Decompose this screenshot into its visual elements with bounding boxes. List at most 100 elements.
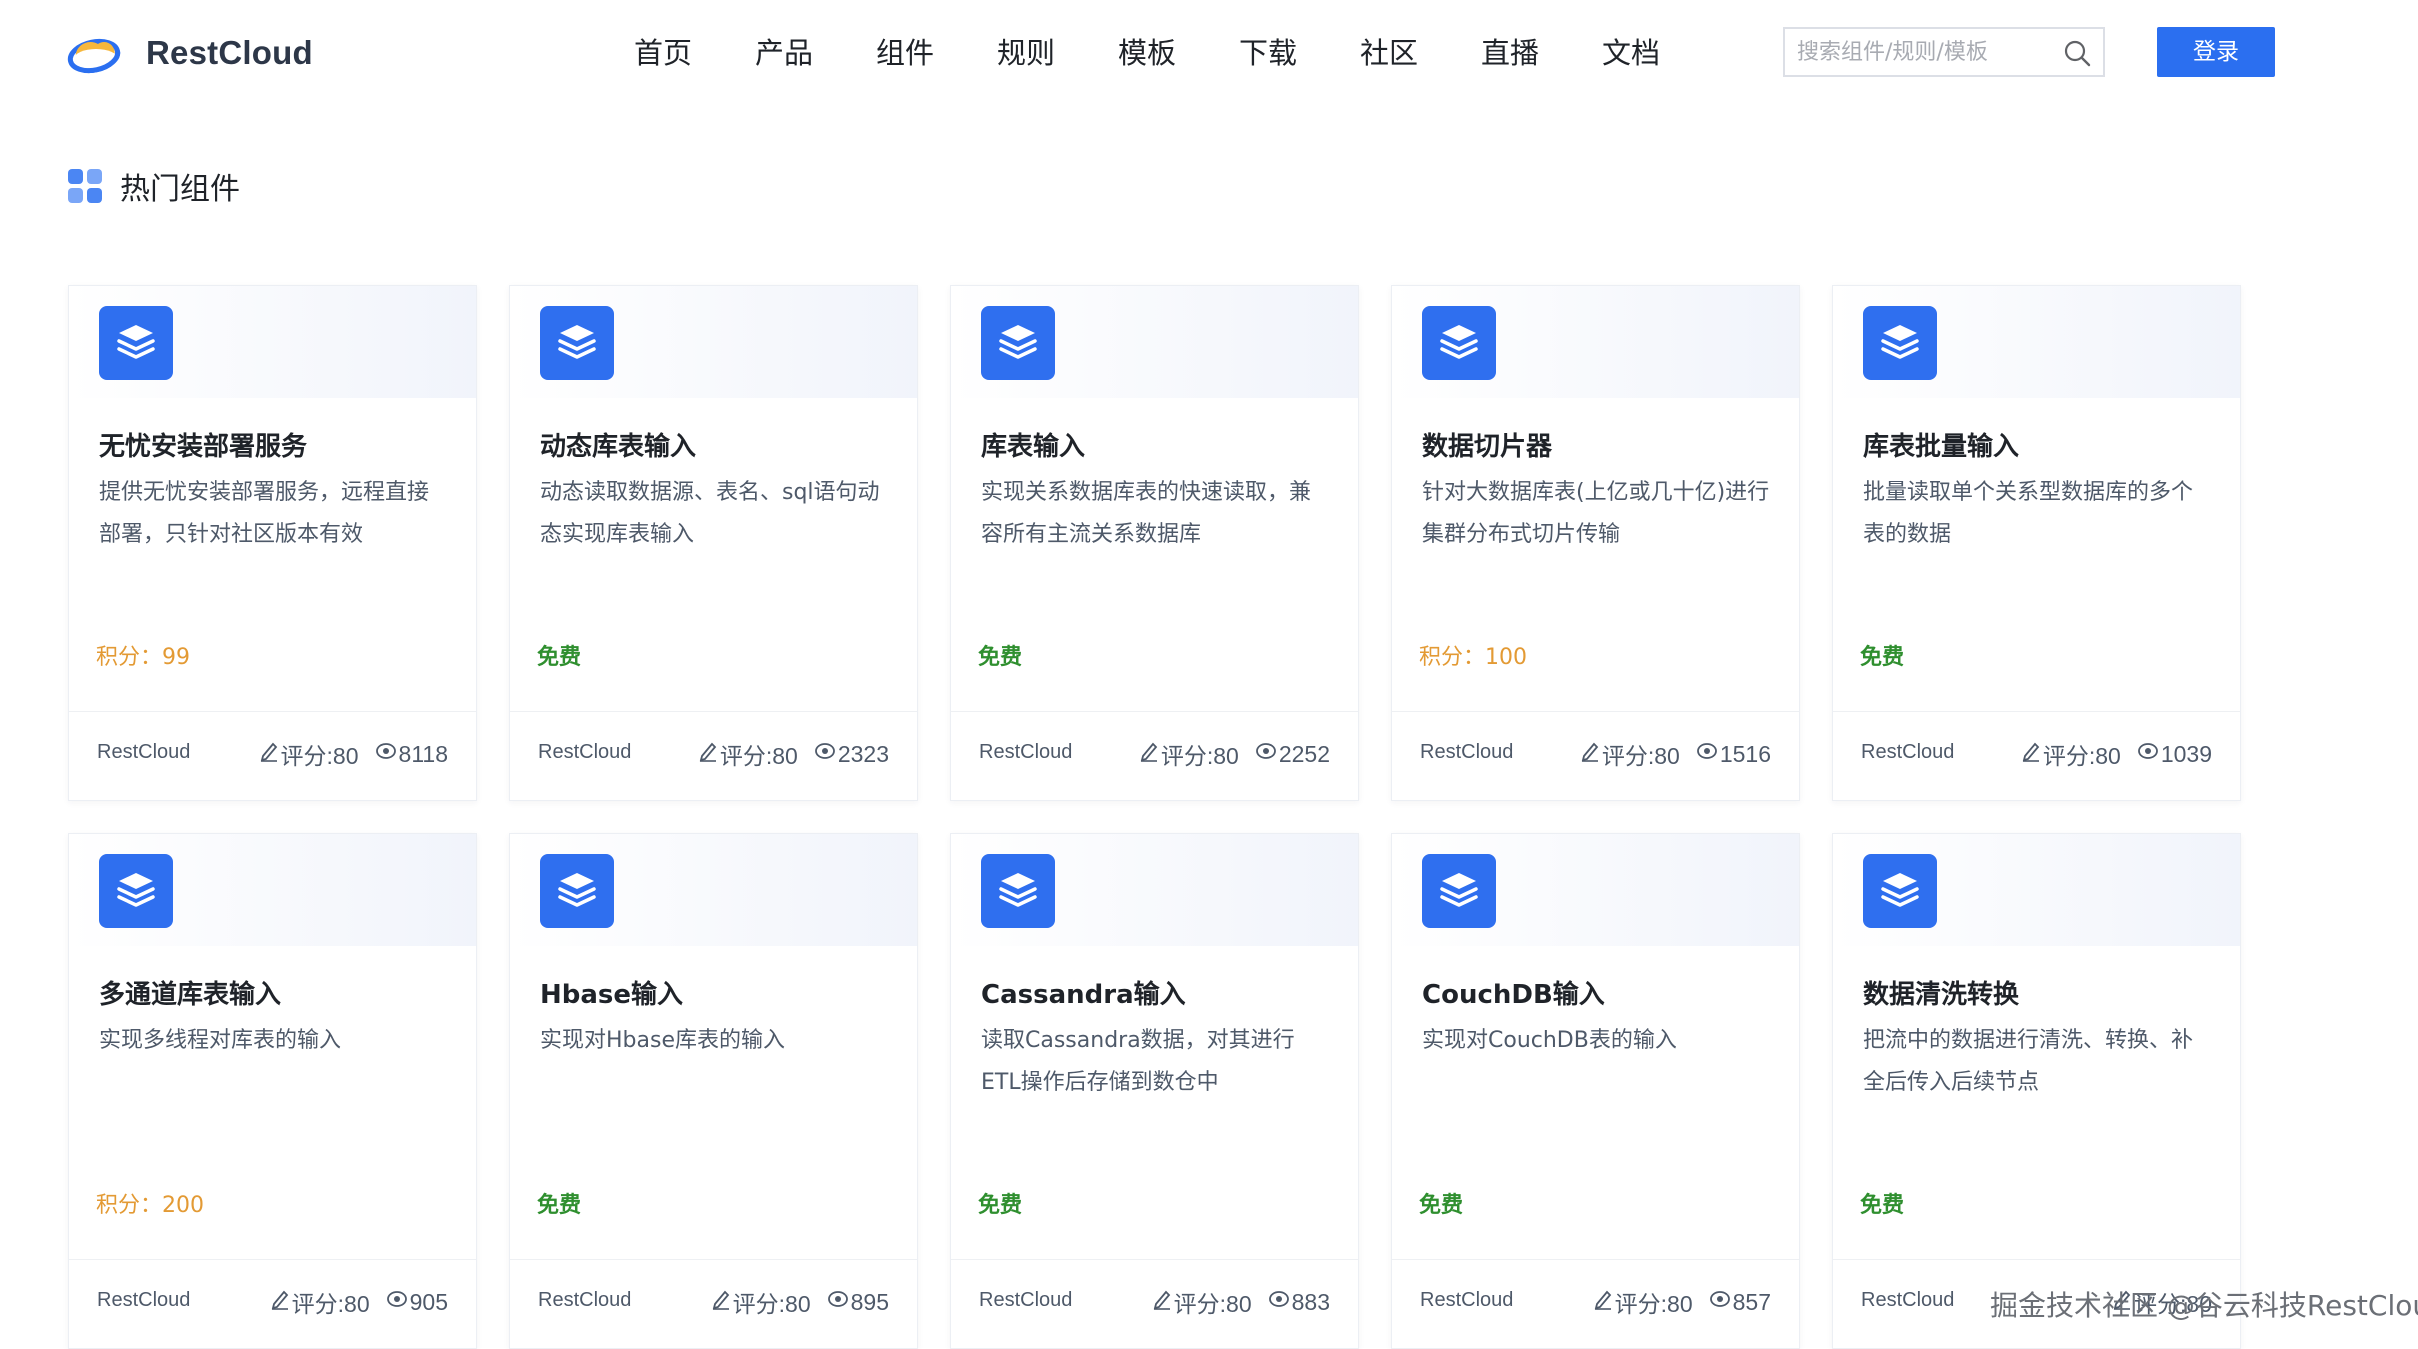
rating-value: 评分:80 [719,743,798,769]
layers-icon [981,306,1055,380]
eye-icon [1696,740,1720,768]
eye-icon [827,1288,851,1316]
views-stat: 883 [1268,1288,1330,1316]
eye-icon [386,1288,410,1316]
views-count: 895 [850,1288,889,1315]
divider [1833,1259,2240,1260]
layers-icon [1422,854,1496,928]
card-author: RestCloud [1420,741,1514,763]
layers-icon [981,854,1055,928]
nav-item[interactable]: 文档 [1588,28,1709,78]
nav-item[interactable]: 直播 [1467,28,1588,78]
divider [510,711,917,712]
eye-icon [814,740,838,768]
edit-icon [270,1288,292,1316]
layers-icon [99,854,173,928]
layers-icon [540,306,614,380]
card-title[interactable]: 动态库表输入 [540,426,696,463]
card-author: RestCloud [1861,741,1955,763]
layers-icon [1863,306,1937,380]
views-count: 1516 [1719,740,1771,767]
views-count: 2323 [837,740,889,767]
component-card[interactable]: 无忧安装部署服务 提供无忧安装部署服务，远程直接部署，只针对社区版本有效 积分：99… [68,285,477,801]
card-stats: 评分:80 2323 [698,737,889,771]
card-stats: 评分:80 8118 [259,737,448,771]
views-count: 1039 [2160,740,2212,767]
nav-item[interactable]: 社区 [1346,28,1467,78]
nav-item[interactable]: 首页 [620,28,741,78]
card-description: 把流中的数据进行清洗、转换、补全后传入后续节点 [1863,1028,2194,1095]
views-stat: 1039 [2137,740,2212,768]
divider [1392,1259,1799,1260]
nav-item[interactable]: 产品 [741,28,862,78]
card-description: 实现多线程对库表的输入 [99,1028,342,1053]
card-title[interactable]: 库表批量输入 [1863,426,2019,463]
views-count: 883 [1291,1288,1330,1315]
rating-stat: 评分:80 [1139,737,1239,771]
card-price: 免费 [1419,1193,1464,1218]
component-card[interactable]: 数据清洗转换 把流中的数据进行清洗、转换、补全后传入后续节点 免费 RestCloud… [1832,833,2241,1349]
component-card[interactable]: CouchDB输入 实现对CouchDB表的输入 免费 RestCloud 评分:80 8… [1391,833,1800,1349]
card-author: RestCloud [979,741,1073,763]
component-card[interactable]: 动态库表输入 动态读取数据源、表名、sql语句动态实现库表输入 免费 RestClou… [509,285,918,801]
edit-icon [1580,740,1602,768]
card-description: 实现对Hbase库表的输入 [540,1028,785,1053]
search-input[interactable] [1785,29,2055,75]
eye-icon [1709,1288,1733,1316]
eye-icon [1255,740,1279,768]
card-author: RestCloud [979,1289,1073,1311]
rating-value: 评分:80 [280,743,359,769]
card-description: 针对大数据库表(上亿或几十亿)进行集群分布式切片传输 [1422,480,1770,547]
rating-stat: 评分:80 [1580,737,1680,771]
card-stats: 评分:80 1039 [2021,737,2212,771]
rating-value: 评分:80 [1173,1291,1252,1317]
edit-icon [1593,1288,1615,1316]
card-stats: 评分:80 1516 [1580,737,1771,771]
card-title[interactable]: 数据切片器 [1422,426,1552,463]
card-price: 免费 [537,1193,582,1218]
component-card[interactable]: 库表输入 实现关系数据库表的快速读取，兼容所有主流关系数据库 免费 RestCloud… [950,285,1359,801]
card-title[interactable]: 无忧安装部署服务 [99,426,307,463]
nav-item[interactable]: 下载 [1225,28,1346,78]
nav-item[interactable]: 规则 [983,28,1104,78]
eye-icon [1268,1288,1292,1316]
component-card[interactable]: 库表批量输入 批量读取单个关系型数据库的多个表的数据 免费 RestCloud 评分:8… [1832,285,2241,801]
views-count: 857 [1732,1288,1771,1315]
rating-value: 评分:80 [1601,743,1680,769]
card-title[interactable]: Hbase输入 [540,974,683,1011]
card-author: RestCloud [538,741,632,763]
login-button[interactable]: 登录 [2157,27,2275,77]
rating-value: 评分:80 [2042,743,2121,769]
main-nav: 首页 产品 组件 规则 模板 下载 社区 直播 文档 [620,28,1709,78]
search-icon[interactable] [2063,39,2091,67]
component-card[interactable]: 多通道库表输入 实现多线程对库表的输入 积分：200 RestCloud 评分:80 90… [68,833,477,1349]
card-title[interactable]: 数据清洗转换 [1863,974,2019,1011]
card-title[interactable]: 多通道库表输入 [99,974,281,1011]
card-title[interactable]: CouchDB输入 [1422,974,1605,1011]
card-description: 实现关系数据库表的快速读取，兼容所有主流关系数据库 [981,480,1312,547]
nav-item[interactable]: 组件 [862,28,983,78]
component-card[interactable]: Cassandra输入读取Cassandra数据，对其进行ETL操作后存储到数仓… [950,833,1359,1349]
cloud-logo-icon [66,28,122,78]
views-stat: 8118 [375,740,448,768]
card-author: RestCloud [1861,1289,1955,1311]
layers-icon [1863,854,1937,928]
card-title[interactable]: Cassandra输入 [981,974,1186,1011]
card-author: RestCloud [538,1289,632,1311]
component-card[interactable]: 数据切片器 针对大数据库表(上亿或几十亿)进行集群分布式切片传输 积分：100 Res… [1391,285,1800,801]
card-description: 读取Cassandra数据，对其进行ETL操作后存储到数仓中 [981,1028,1295,1095]
card-title[interactable]: 库表输入 [981,426,1085,463]
card-stats: 评分:80 905 [270,1285,448,1319]
card-author: RestCloud [97,1289,191,1311]
rating-stat: 评分:80 [698,737,798,771]
section-title-text: 热门组件 [120,172,240,207]
rating-value: 评分:80 [1160,743,1239,769]
nav-item[interactable]: 模板 [1104,28,1225,78]
rating-stat: 评分:80 [2021,737,2121,771]
divider [1833,711,2240,712]
component-card[interactable]: Hbase输入 实现对Hbase库表的输入 免费 RestCloud 评分:80 895 [509,833,918,1349]
eye-icon [2137,740,2161,768]
brand-logo[interactable]: RestCloud [66,28,313,78]
grid-icon [68,169,102,203]
rating-stat: 评分:80 [1593,1285,1693,1319]
